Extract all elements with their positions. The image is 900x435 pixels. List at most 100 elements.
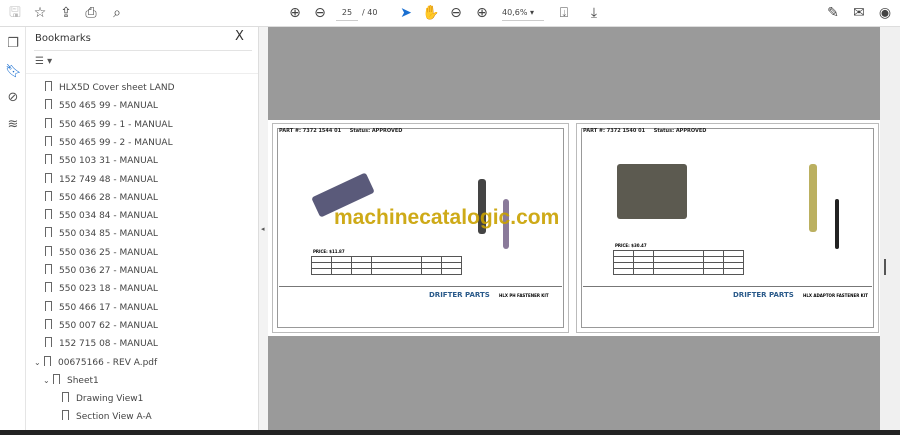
bookmark-item[interactable]: 550 007 62 - MANUAL [45, 317, 158, 335]
parts-table [311, 256, 462, 275]
zoom-out-icon[interactable]: ⊖ [447, 4, 465, 22]
bookmark-icon [45, 300, 52, 311]
email-icon[interactable]: ✉ [850, 4, 868, 22]
bookmark-label: Sheet1 [67, 375, 99, 386]
bookmark-icon [45, 190, 52, 201]
bookmark-item[interactable]: 550 034 84 - MANUAL [45, 207, 158, 225]
toolbar: 🖫 ☆ ⇪ ⎙ ⌕ ⊕ ⊖ 25 / 40 ➤ ✋ ⊖ ⊕ 40,6% ▾ ⍗ … [0, 0, 900, 27]
bookmark-label: 550 466 28 - MANUAL [59, 192, 158, 203]
bookmark-item[interactable]: 550 465 99 - 2 - MANUAL [45, 134, 173, 152]
bookmark-label: 152 749 48 - MANUAL [59, 174, 158, 185]
layers-icon[interactable]: ≋ [5, 117, 21, 133]
sign-icon[interactable]: ✎ [824, 4, 842, 22]
bookmark-item[interactable]: 550 036 27 - MANUAL [45, 262, 158, 280]
zoom-select[interactable]: 40,6% ▾ [502, 5, 544, 21]
price: PRICE: $11.87 [313, 249, 345, 254]
bookmark-label: 550 103 31 - MANUAL [59, 156, 158, 167]
expand-caret-icon[interactable]: ⌄ [34, 354, 44, 372]
document-scrollbar[interactable] [880, 27, 900, 430]
bookmark-item[interactable]: 152 749 48 - MANUAL [45, 171, 158, 189]
close-panel-button[interactable]: X [235, 29, 244, 44]
bookmark-icon [45, 209, 52, 220]
panel-resize-handle[interactable]: ◂ [258, 27, 268, 430]
bookmark-icon [45, 117, 52, 128]
panel-title: Bookmarks [35, 33, 91, 44]
hand-tool-icon[interactable]: ✋ [422, 4, 440, 22]
bookmark-icon [44, 355, 51, 366]
title-block: DRIFTER PARTS HLX ADAPTOR FASTENER KIT [583, 286, 872, 324]
bookmark-item[interactable]: 550 466 28 - MANUAL [45, 189, 158, 207]
print-icon[interactable]: ⎙ [82, 4, 100, 22]
bookmark-item[interactable]: 550 034 85 - MANUAL [45, 225, 158, 243]
price: PRICE: $30.47 [615, 243, 647, 248]
bookmark-icon [45, 337, 52, 348]
bookmark-item[interactable]: 152 715 08 - MANUAL [45, 335, 158, 353]
bookmark-label: 550 465 99 - MANUAL [59, 101, 158, 112]
drawing-title: HLX PH FASTENER KIT [499, 293, 549, 298]
bookmark-item[interactable]: 550 465 99 - 1 - MANUAL [45, 116, 173, 134]
bookmark-item[interactable]: Section View A-A [62, 408, 152, 426]
scroll-thumb[interactable] [884, 259, 886, 275]
bookmark-label: 550 023 18 - MANUAL [59, 284, 158, 295]
title-block: DRIFTER PARTS HLX PH FASTENER KIT [279, 286, 562, 324]
collapse-arrow-icon[interactable]: ◂ [261, 225, 265, 233]
bookmark-label: 550 465 99 - 2 - MANUAL [59, 137, 173, 148]
divider [34, 50, 252, 51]
company-logo: DRIFTER PARTS [429, 291, 490, 299]
bookmark-icon [45, 172, 52, 183]
bookmark-label: 00675166 - REV A.pdf [58, 357, 158, 368]
bookmark-item[interactable]: 550 465 99 - MANUAL [45, 97, 158, 115]
bookmark-item[interactable]: 550 023 18 - MANUAL [45, 280, 158, 298]
bookmark-item[interactable]: Drawing View1 [62, 390, 143, 408]
bookmark-item[interactable]: ⌄ 00675166 - REV A.pdf [34, 354, 157, 372]
next-page-icon[interactable]: ⊖ [311, 4, 329, 22]
bookmarks-icon[interactable]: 🔖︎ [5, 64, 22, 80]
watermark: machinecatalogic.com [334, 206, 560, 229]
select-cursor-icon[interactable]: ➤ [397, 4, 415, 22]
taskbar-edge [0, 430, 900, 435]
prev-page-icon[interactable]: ⊕ [286, 4, 304, 22]
bookmark-item[interactable]: 550 103 31 - MANUAL [45, 152, 158, 170]
bookmark-options-button[interactable]: ☰ ▾ [35, 56, 52, 67]
bookmark-label: 550 036 25 - MANUAL [59, 247, 158, 258]
divider [26, 73, 258, 74]
drawing-title: HLX ADAPTOR FASTENER KIT [803, 293, 868, 298]
company-logo: DRIFTER PARTS [733, 291, 794, 299]
account-icon[interactable]: ◉ [876, 4, 894, 22]
search-icon[interactable]: ⌕ [108, 4, 126, 22]
page-number-input[interactable]: 25 [336, 5, 358, 21]
scroll-mode-icon[interactable]: ⤓ [585, 4, 603, 22]
bookmark-item[interactable]: 550 466 17 - MANUAL [45, 299, 158, 317]
bookmark-icon [45, 81, 52, 91]
bookmark-icon [45, 227, 52, 238]
bookmark-label: 550 036 27 - MANUAL [59, 266, 158, 276]
bookmark-icon [62, 410, 69, 421]
bookmark-label: 550 466 17 - MANUAL [59, 302, 158, 313]
pages-icon[interactable]: ❐ [5, 36, 21, 52]
drawing-washers [835, 199, 839, 249]
bookmark-item[interactable]: ⌄ Sheet1 [43, 372, 99, 390]
bookmark-icon [62, 392, 69, 403]
part-number: PART #: 7372 1540 01 Status: APPROVED [583, 128, 707, 134]
bookmark-label: Section View A-A [76, 412, 152, 423]
bookmark-item[interactable]: 550 036 25 - MANUAL [45, 244, 158, 262]
drawing-part [617, 164, 687, 219]
page-fit-icon[interactable]: ⍗ [555, 4, 573, 22]
save-icon[interactable]: 🖫 [6, 4, 24, 22]
expand-caret-icon[interactable]: ⌄ [43, 372, 53, 390]
bookmark-label: HLX5D Cover sheet LAND [59, 83, 175, 93]
pdf-page-right: PART #: 7372 1540 01 Status: APPROVED PR… [576, 123, 879, 333]
upload-cloud-icon[interactable]: ⇪ [57, 4, 75, 22]
bookmark-icon [53, 373, 60, 384]
bookmark-icon [45, 135, 52, 146]
page-total: / 40 [362, 8, 378, 17]
zoom-in-icon[interactable]: ⊕ [473, 4, 491, 22]
bookmark-label: 550 465 99 - 1 - MANUAL [59, 119, 173, 130]
bookmark-star-icon[interactable]: ☆ [31, 4, 49, 22]
attachments-icon[interactable]: ⊘ [5, 90, 21, 106]
part-number: PART #: 7372 1544 01 Status: APPROVED [279, 128, 403, 134]
bookmark-item[interactable]: HLX5D Cover sheet LAND [45, 79, 175, 97]
bookmark-label: Drawing View1 [76, 394, 144, 405]
bookmark-label: 152 715 08 - MANUAL [59, 339, 158, 350]
bookmarks-panel: Bookmarks X ☰ ▾ HLX5D Cover sheet LAND 55… [26, 27, 277, 430]
